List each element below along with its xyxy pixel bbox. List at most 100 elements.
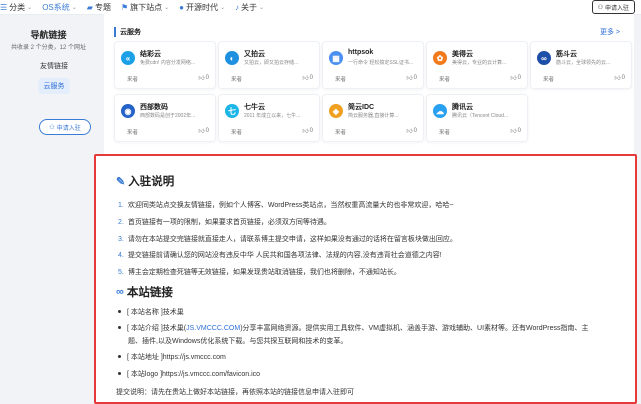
- like-counter[interactable]: 👍︎ 0: [510, 74, 521, 82]
- user-add-icon: ⚇: [597, 4, 603, 11]
- service-name: 美得云: [452, 51, 473, 58]
- service-source: 来者: [335, 77, 347, 83]
- like-counter[interactable]: 👍︎ 0: [510, 127, 521, 135]
- apply-label: 申请入驻: [56, 125, 81, 132]
- service-source: 来者: [439, 77, 451, 83]
- apply-heading: ✎ 入驻说明: [116, 173, 174, 189]
- service-desc: 西部数码是创于2002年...: [140, 113, 196, 119]
- like-count: 0: [205, 128, 209, 134]
- github-icon: ●: [179, 2, 184, 12]
- service-card[interactable]: ◐ 又拍云 又拍云，即又拍云存储... 来者 👍︎ 0: [218, 41, 320, 89]
- like-count: 0: [413, 128, 417, 134]
- like-counter[interactable]: 👍︎ 0: [406, 127, 417, 135]
- like-count: 0: [309, 128, 313, 134]
- service-card[interactable]: ∞ 筋斗云筋斗云，全球领先的云... 来者 👍︎ 0: [530, 41, 632, 89]
- service-name: 腾讯云: [452, 104, 473, 111]
- like-counter[interactable]: 👍︎ 0: [614, 74, 625, 82]
- service-name: httpsok: [348, 49, 374, 56]
- service-logo-icon: ◆: [329, 104, 343, 118]
- service-card[interactable]: 七七牛云 2011 年成立以来，七牛... 来者 👍︎ 0: [218, 94, 320, 142]
- service-source: 来者: [231, 77, 243, 83]
- nav-label: 旗下站点: [130, 2, 163, 12]
- service-desc: 美得云，专业的云计算...: [452, 60, 507, 66]
- chevron-down-icon: ⌄: [259, 4, 265, 11]
- service-card[interactable]: « 结彩云 免费cdn! 内容分发网络... 来者 👍︎ 0: [114, 41, 216, 89]
- service-desc: 简云服务器,直接计算...: [348, 113, 399, 119]
- service-name: 又拍云: [244, 51, 265, 58]
- link-icon: ∞: [116, 286, 124, 298]
- service-card[interactable]: ◉ 西部数码 西部数码是创于2002年... 来者 👍︎ 0: [114, 94, 216, 142]
- nav-label: 开源时代: [186, 2, 218, 12]
- nav-label: OS系统: [42, 2, 70, 12]
- list-item-text: 博主会定期检查死链等无效链接，如果发现贵站取消链接，我们也将删除，不通知站长。: [127, 269, 401, 276]
- list-item-text: 题、插件,以及Windows优化系统下载。与您共探互联网和技术的变革。: [128, 338, 348, 345]
- service-desc: 腾讯云（Tencent Cloud...: [452, 113, 509, 119]
- user-add-icon: ⚇: [49, 124, 55, 131]
- like-counter[interactable]: 👍︎ 0: [198, 74, 209, 82]
- apply-button-top[interactable]: ⚇ 申请入驻: [591, 0, 635, 14]
- nav-item-category[interactable]: ☰ 分类 ⌄: [0, 2, 32, 13]
- list-item-text: 提交链接前请确认您的网站没有违反中华 人民共和国各项法律、法规的内容,没有违背社…: [127, 252, 442, 259]
- list-item: 5. 博主会定期检查死链等无效链接，如果发现贵站取消链接，我们也将删除，不通知站长…: [118, 269, 401, 276]
- content-area: ✎ 入驻说明 1. 欢迎同类站点交换友情链接，例如个人博客、WordPress类站…: [94, 154, 637, 404]
- like-count: 0: [205, 75, 209, 81]
- list-item: [ 本站介绍 ]技术巢(JS.VMCCC.COM)分享丰富网络资源。提供实用工具…: [118, 322, 589, 335]
- site-link[interactable]: JS.VMCCC.COM: [186, 325, 240, 332]
- nav-item-sites[interactable]: ⚑ 旗下站点 ⌄: [121, 2, 169, 13]
- service-name: 七牛云: [244, 104, 265, 111]
- service-name: 筋斗云: [556, 51, 577, 58]
- service-card[interactable]: ☁ 腾讯云 腾讯云（Tencent Cloud... 来者 👍︎ 0: [426, 94, 528, 142]
- like-count: 0: [309, 75, 313, 81]
- cloud-services-panel: 云服务 更多 > «结彩云 免费cdn! 内容分发网络... 来者 👍︎ 0 ◐ 又拍云 又拍…: [104, 14, 634, 154]
- more-link[interactable]: 更多 >: [600, 27, 620, 37]
- service-desc: 筋斗云，全球领先的云...: [556, 60, 611, 66]
- apply-button-sidebar[interactable]: ⚇ 申请入驻: [39, 119, 91, 135]
- top-navbar: ☰ 分类 ⌄ OS系统 ⌄ ▰ 专题 ⚑ 旗下站点 ⌄ ● 开源时代 ⌄ ♪ 关…: [0, 0, 641, 15]
- sidebar-item-friends[interactable]: 友情链接: [35, 58, 73, 74]
- nav-item-opensource[interactable]: ● 开源时代 ⌄: [179, 2, 225, 13]
- thumbs-up-icon: 👍︎: [198, 129, 205, 135]
- thumbs-up-icon: 👍︎: [510, 129, 517, 135]
- service-logo-icon: ☁: [433, 104, 447, 118]
- nav-item-about[interactable]: ♪ 关于 ⌄: [235, 2, 264, 13]
- service-card[interactable]: ▦ httpsok 一行命令 轻松搞定SSL证书... 来者 👍︎ 0: [322, 41, 424, 89]
- list-item-text: 欢迎同类站点交换友情链接，例如个人博客、WordPress类站点，当然权重高流量…: [127, 202, 454, 209]
- service-logo-icon: ▦: [329, 51, 343, 65]
- list-icon: ☰: [0, 2, 8, 12]
- like-counter[interactable]: 👍︎ 0: [302, 127, 313, 135]
- list-item-text: 首页链接有一项的限制，如果要求首页链接，必须双方同等待遇。: [127, 219, 331, 226]
- service-name: 西部数码: [140, 104, 168, 111]
- sidebar-title: 导航链接: [30, 30, 67, 40]
- list-item: [ 本站地址 ]https://js.vmccc.com: [118, 351, 226, 364]
- list-item-text: [ 本站介绍 ]技术巢(: [127, 325, 187, 332]
- nav-item-os[interactable]: OS系统 ⌄: [42, 2, 77, 13]
- service-logo-icon: ◐: [225, 51, 239, 65]
- service-logo-icon: ∞: [537, 51, 551, 65]
- like-counter[interactable]: 👍︎ 0: [406, 74, 417, 82]
- service-source: 来者: [127, 77, 139, 83]
- flag-icon: ⚑: [120, 2, 129, 12]
- clipboard-icon: ✎: [116, 175, 126, 188]
- service-desc: 2011 年成立以来，七牛...: [244, 113, 301, 119]
- service-card[interactable]: ◆ 简云IDC 简云服务器,直接计算... 来者 👍︎ 0: [322, 94, 424, 142]
- service-source: 来者: [543, 77, 555, 83]
- sidebar-item-cloud[interactable]: 云服务: [38, 78, 70, 94]
- thumbs-up-icon: 👍︎: [510, 76, 517, 82]
- service-logo-icon: 七: [225, 104, 239, 118]
- service-desc: 一行命令 轻松搞定SSL证书...: [348, 60, 414, 66]
- list-item: [ 本站logo ]https://js.vmccc.com/favicon.i…: [118, 368, 260, 381]
- list-item-text: [ 本站名称 ]技术巢: [127, 309, 184, 316]
- list-item: [ 本站名称 ]技术巢: [118, 306, 184, 319]
- heading-text: 入驻说明: [128, 176, 175, 188]
- like-counter[interactable]: 👍︎ 0: [302, 74, 313, 82]
- service-source: 来者: [127, 130, 139, 136]
- bell-icon: ♪: [235, 2, 240, 12]
- service-name: 结彩云: [140, 51, 161, 58]
- nav-item-topics[interactable]: ▰ 专题: [87, 2, 111, 13]
- like-counter[interactable]: 👍︎ 0: [198, 127, 209, 135]
- sidebar-subtitle: 共收录 2 个分类，12 个网址: [10, 45, 86, 51]
- chevron-down-icon: ⌄: [164, 4, 170, 11]
- service-card[interactable]: ✿ 美得云 美得云，专业的云计算... 来者 👍︎ 0: [426, 41, 528, 89]
- nav-label: 专题: [94, 2, 111, 12]
- like-count: 0: [517, 75, 521, 81]
